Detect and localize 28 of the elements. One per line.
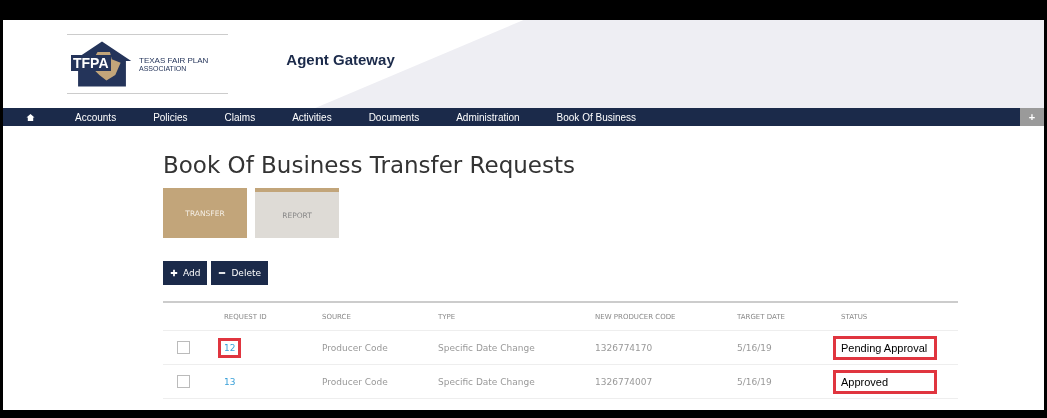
table-cell: 1326774007 [595, 376, 653, 387]
status-text: Pending Approval [833, 335, 937, 360]
nav-item[interactable]: Accounts [75, 111, 117, 123]
row-checkbox[interactable] [177, 341, 190, 354]
nav-item[interactable]: Documents [368, 111, 420, 123]
table-cell: Specific Date Change [438, 376, 535, 387]
page-title: Book Of Business Transfer Requests [163, 152, 576, 178]
nav-item[interactable]: Policies [153, 111, 188, 123]
table-cell: Producer Code [322, 342, 388, 353]
table-cell: 5/16/19 [737, 342, 772, 353]
delete-button[interactable]: Delete [211, 261, 268, 285]
nav-item[interactable]: Activities [292, 111, 332, 123]
plus-icon [170, 269, 178, 277]
table-cell: Producer Code [322, 376, 388, 387]
status-text: Approved [833, 369, 937, 394]
nav-item[interactable]: Administration [456, 111, 520, 123]
app-title: Agent Gateway [286, 50, 395, 68]
add-button[interactable]: Add [163, 261, 208, 285]
logo-text: TFPA [71, 55, 111, 71]
nav-item[interactable]: Claims [224, 111, 256, 123]
table-cell: Specific Date Change [438, 342, 535, 353]
minus-icon [218, 269, 227, 277]
table-cell: 5/16/19 [737, 376, 772, 387]
home-icon[interactable] [26, 112, 35, 122]
org-name: TEXAS FAIR PLAN [139, 56, 209, 65]
nav-item[interactable]: Book Of Business [556, 111, 637, 123]
row-checkbox[interactable] [177, 375, 190, 388]
table-cell: 1326774170 [595, 342, 653, 353]
